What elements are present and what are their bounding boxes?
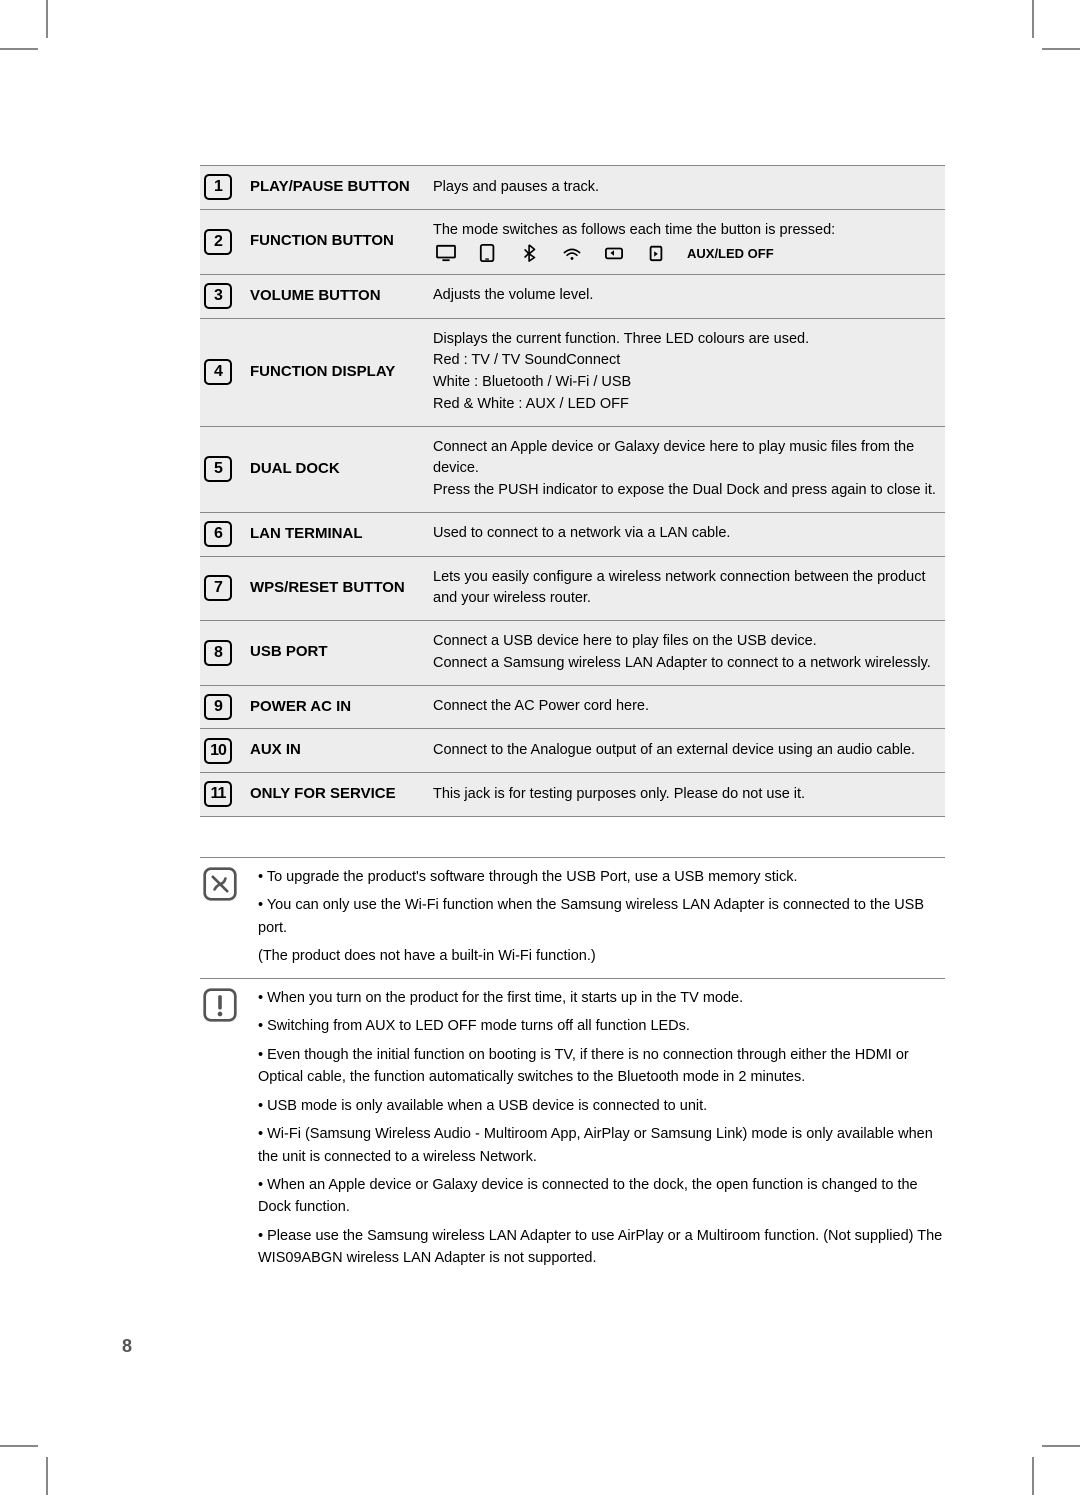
table-row: 4 FUNCTION DISPLAY Displays the current … — [200, 318, 945, 426]
row-desc: Plays and pauses a track. — [425, 166, 945, 210]
usb-icon — [603, 244, 625, 262]
row-label: ONLY FOR SERVICE — [250, 773, 425, 817]
row-label: DUAL DOCK — [250, 426, 425, 512]
inner-page: 1 PLAY/PAUSE BUTTON Plays and pauses a t… — [60, 60, 1020, 1435]
row-desc: Connect the AC Power cord here. — [425, 685, 945, 729]
row-number: 8 — [204, 640, 232, 666]
row-desc: Connect to the Analogue output of an ext… — [425, 729, 945, 773]
crop-mark — [0, 48, 38, 50]
row-number: 5 — [204, 456, 232, 482]
row-desc: Connect an Apple device or Galaxy device… — [425, 426, 945, 512]
table-row: 10 AUX IN Connect to the Analogue output… — [200, 729, 945, 773]
row-number: 1 — [204, 174, 232, 200]
dock-icon — [645, 244, 667, 262]
row-label: WPS/RESET BUTTON — [250, 556, 425, 621]
wifi-icon — [561, 244, 583, 262]
soundconnect-icon — [477, 244, 499, 262]
row-desc: Connect a USB device here to play files … — [425, 621, 945, 686]
notes-section: To upgrade the product's software throug… — [200, 857, 945, 1276]
row-number: 9 — [204, 694, 232, 720]
page: 1 PLAY/PAUSE BUTTON Plays and pauses a t… — [0, 0, 1080, 1495]
crop-mark — [1042, 48, 1080, 50]
caution-icon — [200, 987, 240, 1276]
row-desc: Displays the current function. Three LED… — [425, 318, 945, 426]
row-number: 7 — [204, 575, 232, 601]
row-number: 4 — [204, 359, 232, 385]
row-label: FUNCTION DISPLAY — [250, 318, 425, 426]
crop-mark — [1032, 0, 1034, 38]
crop-mark — [1032, 1457, 1034, 1495]
row-label: VOLUME BUTTON — [250, 274, 425, 318]
row-label: USB PORT — [250, 621, 425, 686]
row-desc: Lets you easily configure a wireless net… — [425, 556, 945, 621]
row-label: PLAY/PAUSE BUTTON — [250, 166, 425, 210]
row-number: 3 — [204, 283, 232, 309]
table-row: 1 PLAY/PAUSE BUTTON Plays and pauses a t… — [200, 166, 945, 210]
crop-mark — [46, 1457, 48, 1495]
bluetooth-icon — [519, 244, 541, 262]
table-row: 2 FUNCTION BUTTON The mode switches as f… — [200, 209, 945, 274]
table-row: 3 VOLUME BUTTON Adjusts the volume level… — [200, 274, 945, 318]
row-number: 11 — [204, 781, 232, 807]
row-number: 6 — [204, 521, 232, 547]
table-row: 11 ONLY FOR SERVICE This jack is for tes… — [200, 773, 945, 817]
page-number: 8 — [122, 1336, 132, 1357]
crop-mark — [1042, 1445, 1080, 1447]
row-desc: Used to connect to a network via a LAN c… — [425, 512, 945, 556]
caution-body: When you turn on the product for the fir… — [258, 987, 945, 1276]
row-desc: This jack is for testing purposes only. … — [425, 773, 945, 817]
table-row: 7 WPS/RESET BUTTON Lets you easily confi… — [200, 556, 945, 621]
caution-block: When you turn on the product for the fir… — [200, 978, 945, 1276]
content-area: 1 PLAY/PAUSE BUTTON Plays and pauses a t… — [200, 165, 945, 1276]
note-body: To upgrade the product's software throug… — [258, 866, 945, 974]
table-row: 8 USB PORT Connect a USB device here to … — [200, 621, 945, 686]
mode-icons: AUX/LED OFF — [435, 244, 774, 264]
table-row: 5 DUAL DOCK Connect an Apple device or G… — [200, 426, 945, 512]
tv-icon — [435, 244, 457, 262]
row-desc: Adjusts the volume level. — [425, 274, 945, 318]
parts-table: 1 PLAY/PAUSE BUTTON Plays and pauses a t… — [200, 165, 945, 817]
aux-ledoff-label: AUX/LED OFF — [687, 244, 774, 264]
row-label: LAN TERMINAL — [250, 512, 425, 556]
row-label: FUNCTION BUTTON — [250, 209, 425, 274]
table-row: 9 POWER AC IN Connect the AC Power cord … — [200, 685, 945, 729]
note-icon — [200, 866, 240, 974]
crop-mark — [46, 0, 48, 38]
crop-mark — [0, 1445, 38, 1447]
row-label: POWER AC IN — [250, 685, 425, 729]
row-label: AUX IN — [250, 729, 425, 773]
table-row: 6 LAN TERMINAL Used to connect to a netw… — [200, 512, 945, 556]
note-block: To upgrade the product's software throug… — [200, 857, 945, 974]
row-number: 2 — [204, 229, 232, 255]
row-number: 10 — [204, 738, 232, 764]
row-desc: The mode switches as follows each time t… — [425, 209, 945, 274]
